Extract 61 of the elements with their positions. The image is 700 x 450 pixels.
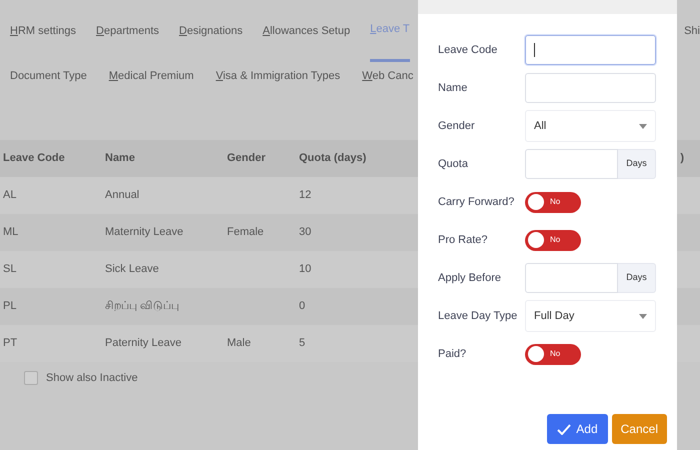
column-header: Gender: [227, 151, 267, 166]
input-field[interactable]: [525, 35, 656, 65]
dropdown-value: Full Day: [534, 308, 574, 324]
input-field[interactable]: [525, 263, 618, 293]
toggle-switch[interactable]: No: [525, 344, 581, 364]
dropdown-value: All: [534, 118, 546, 134]
input-field[interactable]: [525, 73, 656, 103]
settings-tab[interactable]: Designations: [179, 0, 243, 62]
field-label: Leave Day Type: [438, 308, 518, 324]
input-addon: Days: [618, 149, 656, 179]
column-header: Quota (days): [299, 151, 368, 166]
caret-icon: [639, 124, 647, 128]
table-cell: 30: [299, 226, 312, 238]
column-header: Name: [105, 151, 136, 166]
table-cell: Male: [227, 337, 251, 350]
dropdown[interactable]: Full Day: [525, 300, 656, 332]
table-cell: Paternity Leave: [105, 337, 182, 350]
caret-icon: [639, 314, 647, 318]
table-cell: Female: [227, 226, 264, 238]
settings-tab[interactable]: Shi: [684, 0, 700, 62]
table-cell: 5: [299, 337, 306, 350]
field-label: Gender: [438, 118, 476, 134]
settings-tab[interactable]: Medical Premium: [108, 68, 194, 84]
settings-tab[interactable]: HRM settings: [10, 0, 76, 62]
column-header: ): [680, 151, 685, 166]
toggle-switch[interactable]: No: [525, 230, 581, 250]
add-button[interactable]: Add: [547, 414, 608, 444]
field-label: Apply Before: [438, 270, 502, 286]
settings-tab[interactable]: Allowances Setup: [262, 0, 350, 62]
table-cell: Maternity Leave: [105, 226, 184, 238]
checkbox[interactable]: [24, 371, 38, 386]
toggle-switch[interactable]: No: [525, 192, 581, 212]
table-cell: Annual: [105, 189, 140, 202]
table-cell: PL: [3, 300, 16, 312]
table-cell: PT: [3, 337, 18, 350]
table-cell: 0: [299, 300, 306, 312]
settings-tab[interactable]: Web Canc: [362, 68, 414, 84]
column-header: Leave Code: [2, 151, 66, 166]
settings-tab[interactable]: Visa & Immigration Types: [216, 68, 340, 84]
table-cell: ML: [3, 226, 18, 238]
table-cell: AL: [3, 189, 16, 202]
table-cell: 10: [299, 263, 312, 276]
dropdown[interactable]: All: [525, 110, 656, 142]
field-label: Name: [438, 80, 468, 96]
settings-tab[interactable]: Document Type: [10, 68, 87, 84]
table-cell: 12: [299, 189, 312, 202]
cancel-button[interactable]: Cancel: [612, 414, 667, 444]
field-label: Paid?: [438, 346, 468, 362]
settings-tab[interactable]: Departments: [96, 0, 160, 62]
input-addon: Days: [618, 263, 656, 293]
check-icon: [557, 424, 572, 434]
text-cursor: [534, 43, 535, 57]
table-cell: SL: [3, 263, 16, 276]
checkbox-label: Show also Inactive: [46, 371, 138, 386]
field-label: Leave Code: [438, 42, 498, 58]
field-label: Pro Rate?: [438, 232, 489, 248]
input-field[interactable]: [525, 149, 618, 179]
table-cell: Sick Leave: [105, 263, 159, 276]
table-cell: சிறப்பு விடுப்பு: [105, 300, 180, 312]
field-label: Quota: [438, 156, 469, 172]
field-label: Carry Forward?: [438, 194, 516, 210]
